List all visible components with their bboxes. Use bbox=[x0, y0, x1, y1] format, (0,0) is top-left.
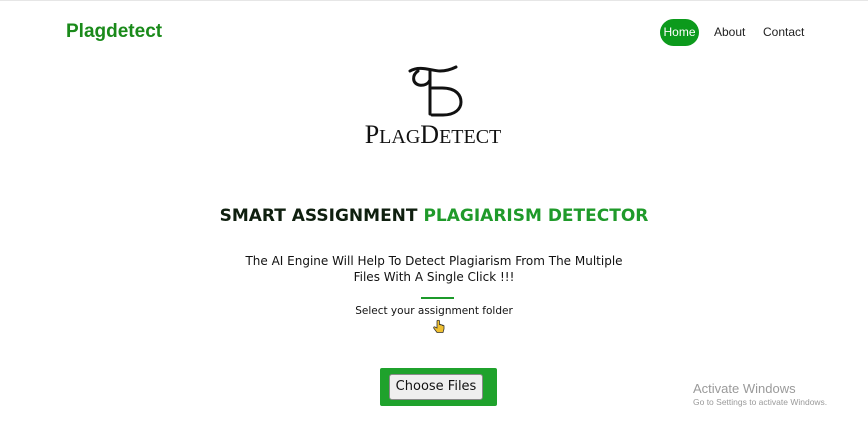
svg-text:PLAGDETECT: PLAGDETECT bbox=[365, 120, 502, 149]
plagdetect-logo: PLAGDETECT bbox=[348, 62, 518, 160]
nav-contact[interactable]: Contact bbox=[763, 19, 804, 46]
hand-pointer-cursor-icon bbox=[431, 319, 447, 335]
upload-hint: Select your assignment folder bbox=[355, 305, 513, 317]
headline-part-2: PLAGIARISM DETECTOR bbox=[423, 206, 649, 226]
choose-files-button[interactable]: Choose Files bbox=[389, 374, 483, 400]
page-subtitle: The AI Engine Will Help To Detect Plagia… bbox=[245, 254, 623, 284]
page-headline: SMART ASSIGNMENT PLAGIARISM DETECTOR bbox=[0, 206, 868, 226]
nav-about[interactable]: About bbox=[714, 19, 745, 46]
divider-line bbox=[421, 297, 454, 299]
activate-windows-watermark: Activate Windows Go to Settings to activ… bbox=[693, 381, 827, 407]
nav-home[interactable]: Home bbox=[660, 19, 699, 46]
plagdetect-logo-graphic: PLAGDETECT bbox=[365, 65, 502, 149]
top-border bbox=[0, 0, 868, 1]
watermark-title: Activate Windows bbox=[693, 381, 796, 396]
brand-name[interactable]: Plagdetect bbox=[66, 21, 162, 43]
headline-part-1: SMART ASSIGNMENT bbox=[219, 206, 424, 226]
upload-frame: Choose Files bbox=[380, 368, 497, 406]
watermark-subtitle: Go to Settings to activate Windows. bbox=[693, 397, 828, 407]
hand-pointer-cursor-graphic bbox=[433, 319, 445, 333]
